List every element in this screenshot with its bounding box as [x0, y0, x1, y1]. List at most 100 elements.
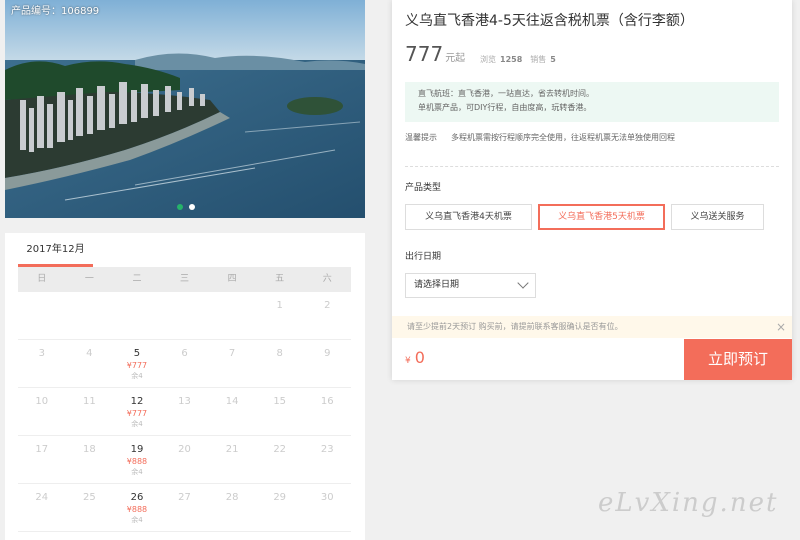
option-transfer-service[interactable]: 义乌送关服务: [671, 204, 764, 230]
day-number: 14: [225, 396, 239, 407]
day-number: 15: [273, 396, 287, 407]
day-number: 9: [324, 348, 331, 359]
calendar-month-tab[interactable]: 2017年12月: [18, 233, 93, 267]
chevron-down-icon: [517, 277, 529, 289]
date-select-value: 请选择日期: [414, 280, 460, 290]
calendar-week-row: 24 25 26 ¥888 余4 27 28 29 30: [18, 484, 351, 532]
carousel-dot[interactable]: [177, 204, 183, 210]
day-number: 13: [178, 396, 191, 407]
calendar-day-cell[interactable]: 19 ¥888 余4: [113, 436, 161, 483]
tips-label: 温馨提示: [405, 133, 437, 142]
day-stock: 余4: [131, 420, 143, 428]
calendar-day-cell: 24: [18, 484, 66, 531]
price-calendar: 2017年12月 日一二三四五六 1 2 3 4 5 ¥777 余4 6 7 8 9 10 11 12 ¥7…: [5, 233, 365, 540]
booking-warning: 请至少提前2天预订 购买前，请提前联系客服确认是否有位。 ×: [392, 316, 792, 338]
currency-symbol: ¥: [405, 356, 411, 366]
day-number: 23: [320, 444, 334, 455]
day-number: 4: [86, 348, 93, 359]
tips-text: 多程机票需按行程顺序完全使用，往返程机票无法单独使用回程: [451, 133, 675, 142]
calendar-day-cell: 4: [66, 340, 114, 387]
calendar-day-cell: 8: [256, 340, 304, 387]
calendar-day-cell: 13: [161, 388, 209, 435]
booking-panel: 义乌直飞香港4-5天往返含税机票（含行李额） 777 元起 浏览 1258 销售 5 直…: [392, 0, 792, 380]
day-number: 30: [320, 492, 334, 503]
weekday-label: 六: [322, 274, 332, 284]
option-5day-ticket[interactable]: 义乌直飞香港5天机票: [538, 204, 665, 230]
option-4day-ticket[interactable]: 义乌直飞香港4天机票: [405, 204, 532, 230]
calendar-day-cell: [113, 292, 161, 339]
calendar-day-cell: 29: [256, 484, 304, 531]
calendar-day-cell: [208, 292, 256, 339]
product-title: 义乌直飞香港4-5天往返含税机票（含行李额）: [405, 13, 694, 29]
calendar-day-cell: 30: [303, 484, 351, 531]
product-type-label: 产品类型: [405, 183, 442, 193]
day-number: 25: [83, 492, 96, 503]
day-number: 3: [38, 348, 45, 359]
sales-label: 销售: [530, 55, 547, 64]
product-stats: 浏览 1258 销售 5: [480, 54, 564, 65]
price-unit: 元起: [445, 53, 466, 64]
calendar-day-cell: 7: [208, 340, 256, 387]
page: 产品编号：106899 2017年12月 日一二三四五六 1 2 3 4 5 ¥777 余4…: [0, 0, 800, 540]
day-price: ¥777: [126, 361, 148, 370]
calendar-day-cell[interactable]: 12 ¥777 余4: [113, 388, 161, 435]
day-number: 8: [276, 348, 283, 359]
calendar-grid: 1 2 3 4 5 ¥777 余4 6 7 8 9 10 11 12 ¥777 余4 13 14 15 16 17 18 1…: [18, 292, 351, 532]
calendar-day-cell: [66, 292, 114, 339]
day-price: ¥888: [126, 457, 148, 466]
day-price: ¥888: [126, 505, 148, 514]
calendar-week-row: 17 18 19 ¥888 余4 20 21 22 23: [18, 436, 351, 484]
calendar-week-row: 12: [18, 292, 351, 340]
weekday-label: 日: [37, 274, 47, 284]
calendar-day-cell: 9: [303, 340, 351, 387]
calendar-day-cell: 20: [161, 436, 209, 483]
calendar-week-row: 3 4 5 ¥777 余4 6 7 8 9: [18, 340, 351, 388]
warning-text: 请至少提前2天预订 购买前，请提前联系客服确认是否有位。: [407, 322, 623, 331]
day-number: 26: [130, 492, 144, 503]
weekday-label: 二: [132, 274, 142, 284]
weekday-label: 四: [227, 274, 237, 284]
calendar-day-cell: 17: [18, 436, 66, 483]
day-number: 22: [273, 444, 287, 455]
weekday-label: 五: [275, 274, 285, 284]
day-number: 24: [35, 492, 49, 503]
day-number: 5: [133, 348, 141, 359]
calendar-day-cell: [18, 292, 66, 339]
day-number: 11: [83, 396, 96, 407]
calendar-day-cell: 23: [303, 436, 351, 483]
calendar-week-row: 10 11 12 ¥777 余4 13 14 15 16: [18, 388, 351, 436]
divider: [405, 166, 779, 167]
book-now-button[interactable]: 立即预订: [684, 339, 792, 380]
day-number: 27: [178, 492, 191, 503]
travel-date-select[interactable]: 请选择日期: [405, 273, 536, 298]
tips: 温馨提示 多程机票需按行程顺序完全使用，往返程机票无法单独使用回程: [405, 132, 675, 143]
carousel-dot[interactable]: [189, 204, 195, 210]
calendar-day-cell: [161, 292, 209, 339]
calendar-day-cell: 6: [161, 340, 209, 387]
calendar-day-cell[interactable]: 26 ¥888 余4: [113, 484, 161, 531]
day-number: 12: [130, 396, 144, 407]
highlight-line: 直飞航班：直飞香港，一站直达，省去转机时间。: [418, 89, 594, 98]
calendar-day-cell: 11: [66, 388, 114, 435]
day-number: 7: [228, 348, 236, 359]
calendar-day-cell: 3: [18, 340, 66, 387]
day-number: 1: [276, 300, 283, 311]
calendar-day-cell: 28: [208, 484, 256, 531]
carousel-dots: [177, 204, 195, 210]
product-id-label: 产品编号：106899: [11, 6, 100, 17]
calendar-day-cell: 2: [303, 292, 351, 339]
day-number: 29: [273, 492, 287, 503]
calendar-day-cell: 14: [208, 388, 256, 435]
sales-count: 5: [550, 55, 556, 64]
product-price: 777 元起: [405, 42, 465, 66]
views-count: 1258: [500, 55, 523, 64]
total-price: ¥0: [405, 348, 425, 367]
calendar-day-cell: 10: [18, 388, 66, 435]
calendar-day-cell[interactable]: 5 ¥777 余4: [113, 340, 161, 387]
calendar-day-cell: 16: [303, 388, 351, 435]
day-number: 2: [324, 300, 331, 311]
day-stock: 余4: [131, 372, 143, 380]
close-icon[interactable]: ×: [776, 316, 786, 338]
hero-image: 产品编号：106899: [5, 0, 365, 218]
total-value: 0: [414, 348, 425, 367]
